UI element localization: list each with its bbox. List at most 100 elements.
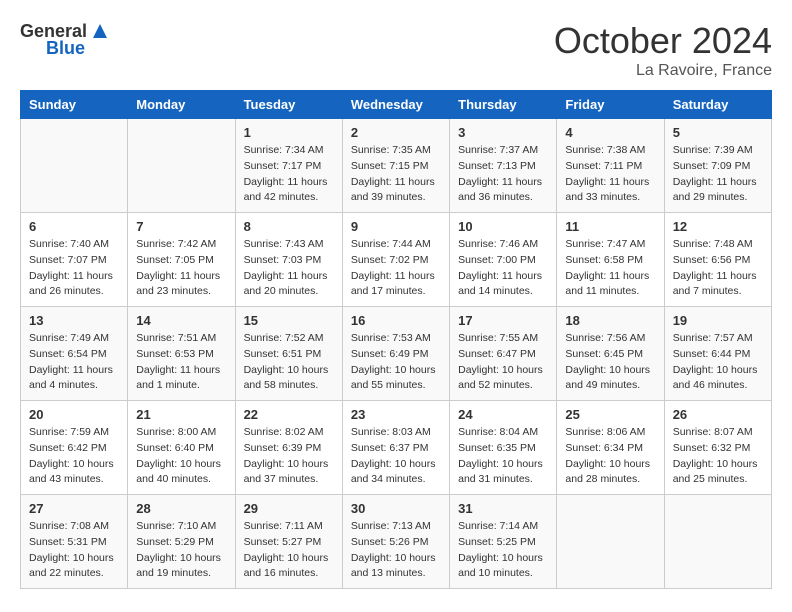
calendar-cell: 8Sunrise: 7:43 AM Sunset: 7:03 PM Daylig…: [235, 213, 342, 307]
day-info: Sunrise: 7:37 AM Sunset: 7:13 PM Dayligh…: [458, 143, 548, 206]
day-number: 15: [244, 313, 334, 328]
calendar-cell: 28 Sunrise: 7:10 AM Sunset: 5:29 PM Dayli…: [128, 495, 235, 589]
day-info: Sunrise: 7:52 AM Sunset: 6:51 PM Dayligh…: [244, 331, 334, 394]
day-number: 17: [458, 313, 548, 328]
day-number: 12: [673, 219, 763, 234]
calendar-cell: 21 Sunrise: 8:00 AM Sunset: 6:40 PM Dayli…: [128, 401, 235, 495]
day-number: 29: [244, 501, 334, 516]
calendar-cell: 29 Sunrise: 7:11 AM Sunset: 5:27 PM Dayli…: [235, 495, 342, 589]
day-info: Sunrise: 7:14 AM Sunset: 5:25 PM Dayligh…: [458, 519, 548, 582]
day-info: Sunrise: 7:08 AM Sunset: 5:31 PM Dayligh…: [29, 519, 119, 582]
calendar-cell: [128, 119, 235, 213]
calendar-cell: 31 Sunrise: 7:14 AM Sunset: 5:25 PM Dayli…: [450, 495, 557, 589]
day-number: 11: [565, 219, 655, 234]
calendar-cell: 30 Sunrise: 7:13 AM Sunset: 5:26 PM Dayli…: [342, 495, 449, 589]
logo: General Blue: [20, 20, 111, 59]
calendar-cell: 15 Sunrise: 7:52 AM Sunset: 6:51 PM Dayli…: [235, 307, 342, 401]
calendar-cell: 11 Sunrise: 7:47 AM Sunset: 6:58 PM Dayli…: [557, 213, 664, 307]
week-row-4: 20Sunrise: 7:59 AM Sunset: 6:42 PM Dayli…: [21, 401, 772, 495]
calendar-cell: 23Sunrise: 8:03 AM Sunset: 6:37 PM Dayli…: [342, 401, 449, 495]
calendar-cell: 13 Sunrise: 7:49 AM Sunset: 6:54 PM Dayli…: [21, 307, 128, 401]
day-info: Sunrise: 7:43 AM Sunset: 7:03 PM Dayligh…: [244, 237, 334, 300]
day-header-sunday: Sunday: [21, 91, 128, 119]
day-info: Sunrise: 8:02 AM Sunset: 6:39 PM Dayligh…: [244, 425, 334, 488]
day-info: Sunrise: 7:47 AM Sunset: 6:58 PM Dayligh…: [565, 237, 655, 300]
calendar-cell: [557, 495, 664, 589]
calendar-cell: 19Sunrise: 7:57 AM Sunset: 6:44 PM Dayli…: [664, 307, 771, 401]
day-number: 31: [458, 501, 548, 516]
day-number: 13: [29, 313, 119, 328]
calendar-cell: 6 Sunrise: 7:40 AM Sunset: 7:07 PM Daylig…: [21, 213, 128, 307]
calendar-cell: 3 Sunrise: 7:37 AM Sunset: 7:13 PM Daylig…: [450, 119, 557, 213]
calendar-cell: 20Sunrise: 7:59 AM Sunset: 6:42 PM Dayli…: [21, 401, 128, 495]
calendar-cell: 1Sunrise: 7:34 AM Sunset: 7:17 PM Daylig…: [235, 119, 342, 213]
day-header-wednesday: Wednesday: [342, 91, 449, 119]
day-info: Sunrise: 7:55 AM Sunset: 6:47 PM Dayligh…: [458, 331, 548, 394]
day-number: 18: [565, 313, 655, 328]
day-header-monday: Monday: [128, 91, 235, 119]
day-info: Sunrise: 7:49 AM Sunset: 6:54 PM Dayligh…: [29, 331, 119, 394]
day-info: Sunrise: 8:00 AM Sunset: 6:40 PM Dayligh…: [136, 425, 226, 488]
calendar-cell: 24Sunrise: 8:04 AM Sunset: 6:35 PM Dayli…: [450, 401, 557, 495]
day-header-saturday: Saturday: [664, 91, 771, 119]
week-row-5: 27 Sunrise: 7:08 AM Sunset: 5:31 PM Dayli…: [21, 495, 772, 589]
calendar-cell: 22 Sunrise: 8:02 AM Sunset: 6:39 PM Dayli…: [235, 401, 342, 495]
day-number: 7: [136, 219, 226, 234]
day-number: 9: [351, 219, 441, 234]
week-row-2: 6 Sunrise: 7:40 AM Sunset: 7:07 PM Daylig…: [21, 213, 772, 307]
day-info: Sunrise: 8:06 AM Sunset: 6:34 PM Dayligh…: [565, 425, 655, 488]
day-info: Sunrise: 7:56 AM Sunset: 6:45 PM Dayligh…: [565, 331, 655, 394]
day-info: Sunrise: 7:48 AM Sunset: 6:56 PM Dayligh…: [673, 237, 763, 300]
day-info: Sunrise: 7:34 AM Sunset: 7:17 PM Dayligh…: [244, 143, 334, 206]
calendar-cell: 9 Sunrise: 7:44 AM Sunset: 7:02 PM Daylig…: [342, 213, 449, 307]
calendar-header-row: SundayMondayTuesdayWednesdayThursdayFrid…: [21, 91, 772, 119]
logo-icon: [89, 20, 111, 42]
day-number: 30: [351, 501, 441, 516]
day-info: Sunrise: 7:11 AM Sunset: 5:27 PM Dayligh…: [244, 519, 334, 582]
day-number: 19: [673, 313, 763, 328]
day-number: 4: [565, 125, 655, 140]
day-number: 16: [351, 313, 441, 328]
day-number: 20: [29, 407, 119, 422]
day-info: Sunrise: 7:40 AM Sunset: 7:07 PM Dayligh…: [29, 237, 119, 300]
week-row-1: 1Sunrise: 7:34 AM Sunset: 7:17 PM Daylig…: [21, 119, 772, 213]
calendar-cell: 2 Sunrise: 7:35 AM Sunset: 7:15 PM Daylig…: [342, 119, 449, 213]
day-info: Sunrise: 8:07 AM Sunset: 6:32 PM Dayligh…: [673, 425, 763, 488]
day-info: Sunrise: 8:04 AM Sunset: 6:35 PM Dayligh…: [458, 425, 548, 488]
day-info: Sunrise: 7:44 AM Sunset: 7:02 PM Dayligh…: [351, 237, 441, 300]
day-number: 3: [458, 125, 548, 140]
day-number: 2: [351, 125, 441, 140]
calendar-cell: [21, 119, 128, 213]
location-subtitle: La Ravoire, France: [554, 62, 772, 80]
day-info: Sunrise: 8:03 AM Sunset: 6:37 PM Dayligh…: [351, 425, 441, 488]
calendar-cell: [664, 495, 771, 589]
calendar-cell: 27 Sunrise: 7:08 AM Sunset: 5:31 PM Dayli…: [21, 495, 128, 589]
day-number: 27: [29, 501, 119, 516]
calendar-cell: 10Sunrise: 7:46 AM Sunset: 7:00 PM Dayli…: [450, 213, 557, 307]
day-number: 22: [244, 407, 334, 422]
day-number: 25: [565, 407, 655, 422]
calendar-cell: 25 Sunrise: 8:06 AM Sunset: 6:34 PM Dayli…: [557, 401, 664, 495]
day-header-thursday: Thursday: [450, 91, 557, 119]
day-info: Sunrise: 7:46 AM Sunset: 7:00 PM Dayligh…: [458, 237, 548, 300]
logo-blue-text: Blue: [46, 38, 85, 59]
day-number: 28: [136, 501, 226, 516]
day-header-friday: Friday: [557, 91, 664, 119]
day-info: Sunrise: 7:35 AM Sunset: 7:15 PM Dayligh…: [351, 143, 441, 206]
title-area: October 2024 La Ravoire, France: [554, 20, 772, 80]
day-info: Sunrise: 7:10 AM Sunset: 5:29 PM Dayligh…: [136, 519, 226, 582]
day-info: Sunrise: 7:42 AM Sunset: 7:05 PM Dayligh…: [136, 237, 226, 300]
calendar-cell: 7 Sunrise: 7:42 AM Sunset: 7:05 PM Daylig…: [128, 213, 235, 307]
day-header-tuesday: Tuesday: [235, 91, 342, 119]
day-number: 21: [136, 407, 226, 422]
day-info: Sunrise: 7:13 AM Sunset: 5:26 PM Dayligh…: [351, 519, 441, 582]
day-info: Sunrise: 7:51 AM Sunset: 6:53 PM Dayligh…: [136, 331, 226, 394]
calendar-cell: 26 Sunrise: 8:07 AM Sunset: 6:32 PM Dayli…: [664, 401, 771, 495]
calendar-cell: 17 Sunrise: 7:55 AM Sunset: 6:47 PM Dayli…: [450, 307, 557, 401]
day-info: Sunrise: 7:53 AM Sunset: 6:49 PM Dayligh…: [351, 331, 441, 394]
month-title: October 2024: [554, 20, 772, 62]
calendar-table: SundayMondayTuesdayWednesdayThursdayFrid…: [20, 90, 772, 589]
day-number: 6: [29, 219, 119, 234]
calendar-cell: 12 Sunrise: 7:48 AM Sunset: 6:56 PM Dayli…: [664, 213, 771, 307]
day-number: 26: [673, 407, 763, 422]
